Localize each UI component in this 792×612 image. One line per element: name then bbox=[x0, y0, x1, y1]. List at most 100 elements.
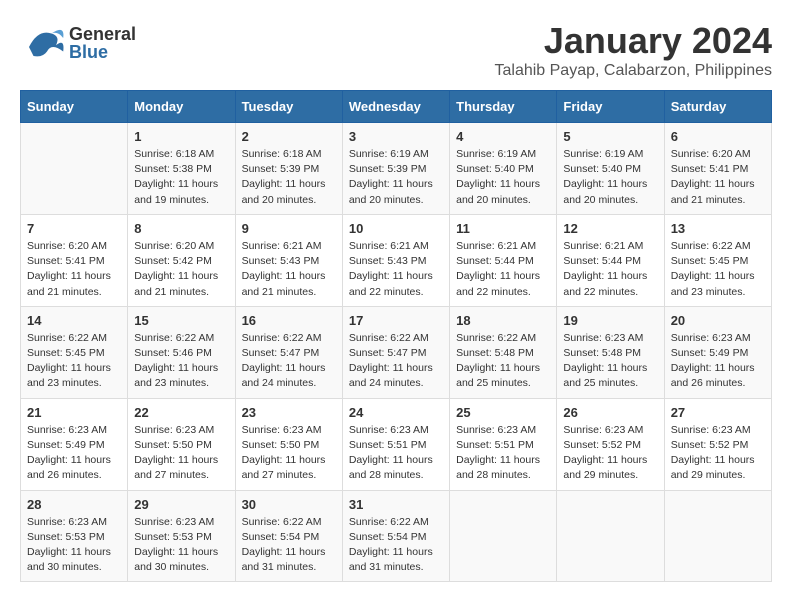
header-saturday: Saturday bbox=[664, 91, 771, 123]
logo-blue: Blue bbox=[69, 43, 136, 61]
calendar-subtitle: Talahib Payap, Calabarzon, Philippines bbox=[494, 62, 772, 80]
calendar-cell: 21Sunrise: 6:23 AM Sunset: 5:49 PM Dayli… bbox=[21, 398, 128, 490]
logo-icon bbox=[20, 20, 65, 65]
day-info: Sunrise: 6:22 AM Sunset: 5:48 PM Dayligh… bbox=[456, 331, 550, 392]
day-number: 11 bbox=[456, 221, 550, 236]
day-info: Sunrise: 6:23 AM Sunset: 5:49 PM Dayligh… bbox=[27, 423, 121, 484]
day-info: Sunrise: 6:18 AM Sunset: 5:38 PM Dayligh… bbox=[134, 147, 228, 208]
header-thursday: Thursday bbox=[450, 91, 557, 123]
header-tuesday: Tuesday bbox=[235, 91, 342, 123]
calendar-cell: 30 Sunrise: 6:22 AM Sunset: 5:54 PM Dayli… bbox=[235, 490, 342, 582]
day-info: Sunrise: 6:23 AM Sunset: 5:52 PM Dayligh… bbox=[671, 423, 765, 484]
calendar-cell: 3Sunrise: 6:19 AM Sunset: 5:39 PM Daylig… bbox=[342, 123, 449, 215]
day-info: Sunrise: 6:23 AM Sunset: 5:53 PM Dayligh… bbox=[27, 515, 121, 576]
day-number: 25 bbox=[456, 405, 550, 420]
calendar-title: January 2024 bbox=[494, 20, 772, 62]
day-info: Sunrise: 6:18 AM Sunset: 5:39 PM Dayligh… bbox=[242, 147, 336, 208]
day-info: Sunrise: 6:22 AM Sunset: 5:54 PM Dayligh… bbox=[242, 515, 336, 576]
day-info: Sunrise: 6:22 AM Sunset: 5:47 PM Dayligh… bbox=[349, 331, 443, 392]
week-row-5: 28 Sunrise: 6:23 AM Sunset: 5:53 PM Dayli… bbox=[21, 490, 772, 582]
day-number: 7 bbox=[27, 221, 121, 236]
calendar-cell: 25 Sunrise: 6:23 AM Sunset: 5:51 PM Dayli… bbox=[450, 398, 557, 490]
calendar-cell: 7Sunrise: 6:20 AM Sunset: 5:41 PM Daylig… bbox=[21, 214, 128, 306]
calendar-cell: 8Sunrise: 6:20 AM Sunset: 5:42 PM Daylig… bbox=[128, 214, 235, 306]
calendar-cell: 4Sunrise: 6:19 AM Sunset: 5:40 PM Daylig… bbox=[450, 123, 557, 215]
day-number: 17 bbox=[349, 313, 443, 328]
day-info: Sunrise: 6:23 AM Sunset: 5:51 PM Dayligh… bbox=[349, 423, 443, 484]
day-info: Sunrise: 6:22 AM Sunset: 5:54 PM Dayligh… bbox=[349, 515, 443, 576]
calendar-cell: 6Sunrise: 6:20 AM Sunset: 5:41 PM Daylig… bbox=[664, 123, 771, 215]
day-number: 26 bbox=[563, 405, 657, 420]
day-info: Sunrise: 6:20 AM Sunset: 5:42 PM Dayligh… bbox=[134, 239, 228, 300]
calendar-cell: 19Sunrise: 6:23 AM Sunset: 5:48 PM Dayli… bbox=[557, 306, 664, 398]
day-number: 18 bbox=[456, 313, 550, 328]
day-info: Sunrise: 6:23 AM Sunset: 5:53 PM Dayligh… bbox=[134, 515, 228, 576]
day-info: Sunrise: 6:19 AM Sunset: 5:40 PM Dayligh… bbox=[563, 147, 657, 208]
day-number: 5 bbox=[563, 129, 657, 144]
day-info: Sunrise: 6:22 AM Sunset: 5:47 PM Dayligh… bbox=[242, 331, 336, 392]
day-number: 2 bbox=[242, 129, 336, 144]
title-section: January 2024 Talahib Payap, Calabarzon, … bbox=[494, 20, 772, 80]
calendar-cell: 14 Sunrise: 6:22 AM Sunset: 5:45 PM Dayli… bbox=[21, 306, 128, 398]
header-sunday: Sunday bbox=[21, 91, 128, 123]
day-info: Sunrise: 6:23 AM Sunset: 5:52 PM Dayligh… bbox=[563, 423, 657, 484]
calendar-cell: 31 Sunrise: 6:22 AM Sunset: 5:54 PM Dayli… bbox=[342, 490, 449, 582]
calendar-cell: 1Sunrise: 6:18 AM Sunset: 5:38 PM Daylig… bbox=[128, 123, 235, 215]
calendar-cell: 15 Sunrise: 6:22 AM Sunset: 5:46 PM Dayli… bbox=[128, 306, 235, 398]
day-info: Sunrise: 6:23 AM Sunset: 5:49 PM Dayligh… bbox=[671, 331, 765, 392]
header-monday: Monday bbox=[128, 91, 235, 123]
day-info: Sunrise: 6:22 AM Sunset: 5:46 PM Dayligh… bbox=[134, 331, 228, 392]
page-container: General Blue January 2024 Talahib Payap,… bbox=[20, 20, 772, 582]
day-info: Sunrise: 6:19 AM Sunset: 5:39 PM Dayligh… bbox=[349, 147, 443, 208]
day-info: Sunrise: 6:22 AM Sunset: 5:45 PM Dayligh… bbox=[27, 331, 121, 392]
day-info: Sunrise: 6:21 AM Sunset: 5:43 PM Dayligh… bbox=[349, 239, 443, 300]
calendar-cell: 23Sunrise: 6:23 AM Sunset: 5:50 PM Dayli… bbox=[235, 398, 342, 490]
day-number: 31 bbox=[349, 497, 443, 512]
day-number: 4 bbox=[456, 129, 550, 144]
day-number: 9 bbox=[242, 221, 336, 236]
calendar-cell: 27 Sunrise: 6:23 AM Sunset: 5:52 PM Dayli… bbox=[664, 398, 771, 490]
day-info: Sunrise: 6:21 AM Sunset: 5:44 PM Dayligh… bbox=[456, 239, 550, 300]
calendar-cell: 28 Sunrise: 6:23 AM Sunset: 5:53 PM Dayli… bbox=[21, 490, 128, 582]
calendar-cell: 26 Sunrise: 6:23 AM Sunset: 5:52 PM Dayli… bbox=[557, 398, 664, 490]
day-number: 15 bbox=[134, 313, 228, 328]
day-number: 19 bbox=[563, 313, 657, 328]
day-number: 12 bbox=[563, 221, 657, 236]
header-friday: Friday bbox=[557, 91, 664, 123]
day-number: 10 bbox=[349, 221, 443, 236]
day-number: 22 bbox=[134, 405, 228, 420]
week-row-2: 7Sunrise: 6:20 AM Sunset: 5:41 PM Daylig… bbox=[21, 214, 772, 306]
calendar-cell: 10 Sunrise: 6:21 AM Sunset: 5:43 PM Dayli… bbox=[342, 214, 449, 306]
calendar-cell: 24Sunrise: 6:23 AM Sunset: 5:51 PM Dayli… bbox=[342, 398, 449, 490]
calendar-cell bbox=[21, 123, 128, 215]
day-info: Sunrise: 6:21 AM Sunset: 5:43 PM Dayligh… bbox=[242, 239, 336, 300]
calendar-cell: 17 Sunrise: 6:22 AM Sunset: 5:47 PM Dayli… bbox=[342, 306, 449, 398]
day-number: 6 bbox=[671, 129, 765, 144]
calendar-cell: 5 Sunrise: 6:19 AM Sunset: 5:40 PM Daylig… bbox=[557, 123, 664, 215]
logo-general: General bbox=[69, 25, 136, 43]
calendar-cell bbox=[450, 490, 557, 582]
week-row-3: 14 Sunrise: 6:22 AM Sunset: 5:45 PM Dayli… bbox=[21, 306, 772, 398]
day-number: 30 bbox=[242, 497, 336, 512]
day-info: Sunrise: 6:22 AM Sunset: 5:45 PM Dayligh… bbox=[671, 239, 765, 300]
day-info: Sunrise: 6:23 AM Sunset: 5:51 PM Dayligh… bbox=[456, 423, 550, 484]
day-number: 16 bbox=[242, 313, 336, 328]
week-row-1: 1Sunrise: 6:18 AM Sunset: 5:38 PM Daylig… bbox=[21, 123, 772, 215]
day-number: 28 bbox=[27, 497, 121, 512]
calendar-cell: 16 Sunrise: 6:22 AM Sunset: 5:47 PM Dayli… bbox=[235, 306, 342, 398]
calendar-cell bbox=[664, 490, 771, 582]
calendar-cell: 12 Sunrise: 6:21 AM Sunset: 5:44 PM Dayli… bbox=[557, 214, 664, 306]
calendar-table: Sunday Monday Tuesday Wednesday Thursday… bbox=[20, 90, 772, 582]
day-number: 27 bbox=[671, 405, 765, 420]
day-number: 14 bbox=[27, 313, 121, 328]
logo-text: General Blue bbox=[69, 25, 136, 61]
day-info: Sunrise: 6:23 AM Sunset: 5:50 PM Dayligh… bbox=[242, 423, 336, 484]
days-header-row: Sunday Monday Tuesday Wednesday Thursday… bbox=[21, 91, 772, 123]
day-info: Sunrise: 6:21 AM Sunset: 5:44 PM Dayligh… bbox=[563, 239, 657, 300]
calendar-cell: 2 Sunrise: 6:18 AM Sunset: 5:39 PM Daylig… bbox=[235, 123, 342, 215]
calendar-cell bbox=[557, 490, 664, 582]
calendar-cell: 22Sunrise: 6:23 AM Sunset: 5:50 PM Dayli… bbox=[128, 398, 235, 490]
header-wednesday: Wednesday bbox=[342, 91, 449, 123]
calendar-cell: 29Sunrise: 6:23 AM Sunset: 5:53 PM Dayli… bbox=[128, 490, 235, 582]
header: General Blue January 2024 Talahib Payap,… bbox=[20, 20, 772, 80]
